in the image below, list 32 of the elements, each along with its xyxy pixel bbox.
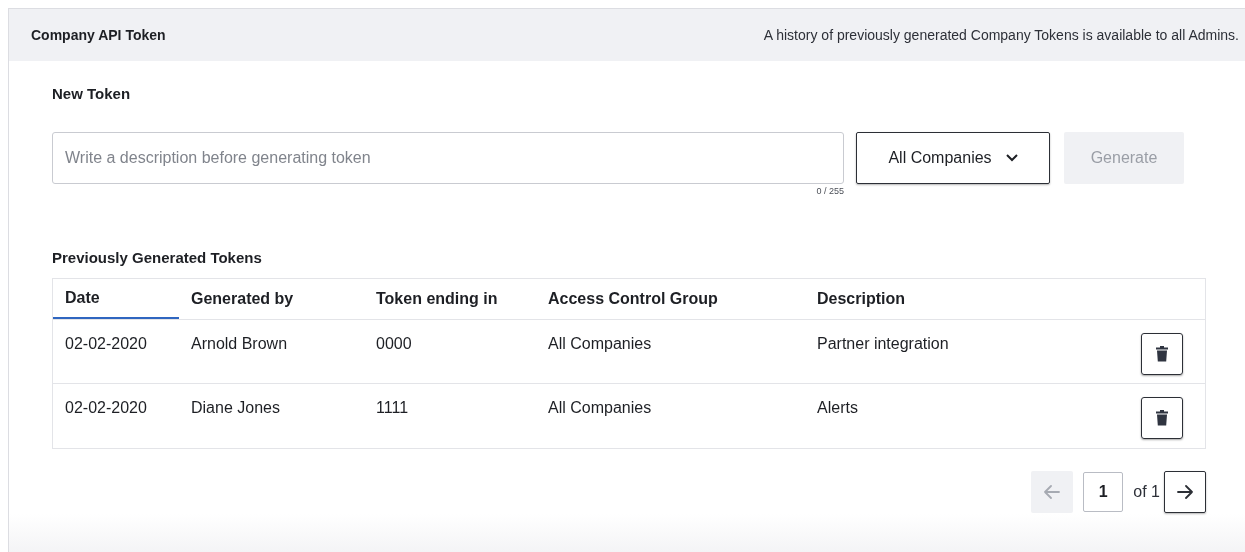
column-header[interactable]: Generated by xyxy=(179,278,364,319)
trash-icon xyxy=(1156,345,1168,362)
column-header[interactable]: Access Control Group xyxy=(536,278,805,319)
character-counter: 0 / 255 xyxy=(816,185,844,198)
table-cell: Diane Jones xyxy=(191,398,280,416)
column-header[interactable]: Token ending in xyxy=(364,278,536,319)
column-header[interactable]: Date xyxy=(53,278,179,319)
right-arrow-icon xyxy=(1177,484,1193,499)
column-header[interactable]: Description xyxy=(805,278,1121,319)
chevron-down-icon xyxy=(1005,154,1018,162)
admin-note: A history of previously generated Company Tokens is available to all Admins. xyxy=(763,25,1239,45)
section-heading: Previously Generated Tokens xyxy=(52,247,262,268)
table-cell: Partner integration xyxy=(817,334,949,352)
table-cell: All Companies xyxy=(548,398,652,416)
company-dropdown[interactable]: All Companies xyxy=(856,132,1050,184)
trash-icon xyxy=(1156,409,1168,426)
table-cell: Arnold Brown xyxy=(191,334,288,352)
page-total: of 1 xyxy=(1133,481,1160,502)
table-cell: 02-02-2020 xyxy=(65,398,147,416)
table-cell: 0000 xyxy=(376,334,412,352)
page-number-field[interactable]: 1 xyxy=(1083,471,1124,512)
delete-button[interactable] xyxy=(1141,332,1183,375)
delete-button[interactable] xyxy=(1141,396,1183,439)
panel-title: Company API Token xyxy=(31,25,166,45)
table-cell: 02-02-2020 xyxy=(65,334,147,352)
description-field[interactable]: Write a description before generating token xyxy=(52,132,844,184)
left-arrow-icon xyxy=(1044,484,1061,499)
section-heading: New Token xyxy=(52,84,131,104)
next-page-button[interactable] xyxy=(1164,470,1206,513)
table-cell: Alerts xyxy=(817,398,858,416)
table-cell: All Companies xyxy=(548,334,652,352)
table-cell: 1111 xyxy=(376,398,409,416)
